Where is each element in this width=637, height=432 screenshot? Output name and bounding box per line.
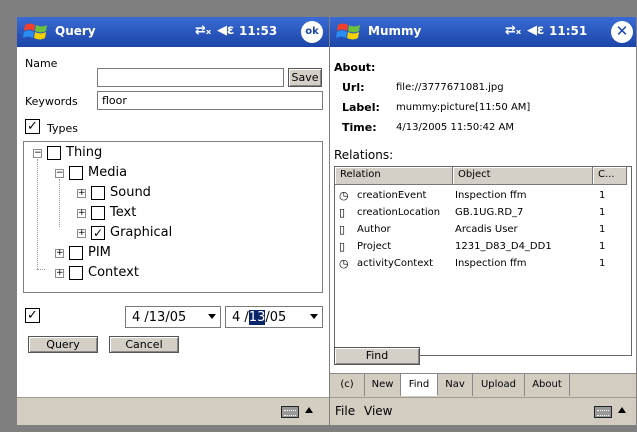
tree-node-label: Sound <box>110 185 151 200</box>
start-menu-icon[interactable] <box>23 21 49 43</box>
keyboard-icon[interactable] <box>594 406 612 418</box>
types-tree[interactable]: − Thing − Media + Sound + Text + ✓ Graph… <box>23 141 323 293</box>
date-day-selection[interactable]: 13 <box>248 310 266 325</box>
clock-icon: ◷ <box>339 257 349 270</box>
clock[interactable]: 11:53 <box>239 24 277 38</box>
title-bar: Mummy ⇄ₓ ◀ε 11:51 ✕ <box>330 17 636 47</box>
sound-checkbox[interactable] <box>91 186 105 200</box>
window-title: Mummy <box>368 24 422 38</box>
tree-node-label: PIM <box>88 245 111 260</box>
date-to-picker[interactable]: 4 /13/05 <box>225 306 323 328</box>
relations-label: Relations: <box>334 148 394 162</box>
close-icon[interactable]: ✕ <box>611 21 633 43</box>
date-to-value: 4 /13/05 <box>232 310 287 325</box>
table-row[interactable]: ◷ creationEvent Inspection ffm 1 <box>335 188 631 204</box>
tree-node-label: Context <box>88 265 139 280</box>
text-checkbox[interactable] <box>91 206 105 220</box>
tree-node-label: Media <box>88 165 128 180</box>
time-label: Time: <box>342 121 377 134</box>
about-label: About: <box>334 61 376 74</box>
connectivity-icon[interactable]: ⇄ₓ <box>505 23 521 38</box>
name-input[interactable] <box>97 68 284 87</box>
speaker-icon[interactable]: ◀ε <box>217 23 234 38</box>
connectivity-icon[interactable]: ⇄ₓ <box>195 23 211 38</box>
expand-icon[interactable]: + <box>55 269 64 278</box>
tab-c[interactable]: (c) <box>330 374 365 396</box>
title-bar: Query ⇄ₓ ◀ε 11:53 ok <box>17 17 329 47</box>
start-menu-icon[interactable] <box>336 21 362 43</box>
column-header-count[interactable]: C... <box>593 167 627 185</box>
file-menu[interactable]: File <box>335 404 355 418</box>
table-row[interactable]: ▯ creationLocation GB.1UG.RD_7 1 <box>335 205 631 221</box>
tree-node-label: Graphical <box>110 225 173 240</box>
speaker-icon[interactable]: ◀ε <box>527 23 544 38</box>
tree-connector <box>37 159 38 269</box>
clock[interactable]: 11:51 <box>549 24 587 38</box>
expand-icon[interactable]: + <box>77 229 86 238</box>
query-screen: Query ⇄ₓ ◀ε 11:53 ok Name Save Keywords … <box>17 17 329 425</box>
thing-checkbox[interactable] <box>47 146 61 160</box>
doc-icon: ▯ <box>339 206 346 219</box>
sip-up-arrow-icon[interactable] <box>618 407 626 413</box>
tree-connector <box>59 179 60 227</box>
table-row[interactable]: ▯ Project 1231_D83_D4_DD1 1 <box>335 239 631 255</box>
media-checkbox[interactable] <box>69 166 83 180</box>
table-row[interactable]: ▯ Author Arcadis User 1 <box>335 222 631 238</box>
collapse-icon[interactable]: − <box>55 169 64 178</box>
context-checkbox[interactable] <box>69 266 83 280</box>
keyboard-icon[interactable] <box>281 406 299 418</box>
view-menu[interactable]: View <box>364 404 392 418</box>
url-label: Url: <box>342 81 365 94</box>
expand-icon[interactable]: + <box>77 189 86 198</box>
chevron-down-icon[interactable] <box>310 314 318 319</box>
tab-upload[interactable]: Upload <box>473 374 525 396</box>
tree-node-label: Thing <box>66 145 103 160</box>
graphical-checkbox[interactable]: ✓ <box>91 226 105 240</box>
date-from-value: 4 /13/05 <box>132 310 187 325</box>
expand-icon[interactable]: + <box>77 209 86 218</box>
label-value: mummy:picture[11:50 AM] <box>396 102 531 113</box>
types-label: Types <box>47 122 78 135</box>
column-header-object[interactable]: Object <box>453 167 593 185</box>
pim-checkbox[interactable] <box>69 246 83 260</box>
tab-new[interactable]: New <box>365 374 401 396</box>
time-value: 4/13/2005 11:50:42 AM <box>396 122 515 133</box>
types-checkbox[interactable]: ✓ <box>25 119 40 134</box>
menu-bar: File View <box>330 397 636 425</box>
date-from-picker[interactable]: 4 /13/05 <box>125 306 221 328</box>
collapse-icon[interactable]: − <box>33 149 42 158</box>
window-title: Query <box>55 24 96 38</box>
ok-button[interactable]: ok <box>301 21 323 43</box>
column-header-relation[interactable]: Relation <box>335 167 453 185</box>
expand-icon[interactable]: + <box>55 249 64 258</box>
keywords-input[interactable]: floor <box>97 91 323 110</box>
save-button[interactable]: Save <box>288 68 322 87</box>
clock-icon: ◷ <box>339 189 349 202</box>
doc-icon: ▯ <box>339 223 346 236</box>
tab-find[interactable]: Find <box>401 374 438 396</box>
sip-up-arrow-icon[interactable] <box>305 407 313 413</box>
query-button[interactable]: Query <box>28 336 98 353</box>
cancel-button[interactable]: Cancel <box>109 336 179 353</box>
chevron-down-icon[interactable] <box>208 314 216 319</box>
tree-node-label: Text <box>110 205 137 220</box>
url-value: file://3777671081.jpg <box>396 82 504 93</box>
tab-about[interactable]: About <box>525 374 570 396</box>
date-checkbox[interactable]: ✓ <box>25 308 40 323</box>
find-button[interactable]: Find <box>334 347 420 365</box>
tree-connector <box>37 269 45 270</box>
command-bar <box>17 397 329 425</box>
tab-nav[interactable]: Nav <box>438 374 473 396</box>
details-screen: Mummy ⇄ₓ ◀ε 11:51 ✕ About: Url: file://3… <box>330 17 636 425</box>
relations-list[interactable]: Relation Object C... ◷ creationEvent Ins… <box>334 166 632 356</box>
tab-bar: (c) New Find Nav Upload About <box>330 373 636 397</box>
keywords-label: Keywords <box>25 95 78 108</box>
doc-icon: ▯ <box>339 240 346 253</box>
name-label: Name <box>25 57 58 70</box>
table-row[interactable]: ◷ activityContext Inspection ffm 1 <box>335 256 631 272</box>
label-label: Label: <box>342 101 380 114</box>
